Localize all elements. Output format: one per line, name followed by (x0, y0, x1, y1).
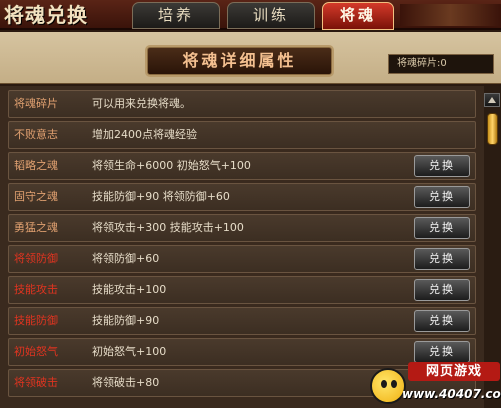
item-description: 技能防御+90 (92, 314, 160, 327)
fragment-counter: 将魂碎片:0 (388, 54, 494, 74)
list-item: 技能防御 技能防御+90 兑换 (8, 307, 476, 335)
fragment-count: 0 (440, 58, 447, 69)
list-item: 技能攻击 技能攻击+100 兑换 (8, 276, 476, 304)
site-watermark: 网页游戏 www.40407.com (370, 362, 501, 408)
scroll-up-button[interactable] (484, 93, 500, 107)
item-name: 韬略之魂 (14, 159, 58, 172)
item-description: 初始怒气+100 (92, 345, 167, 358)
tab-cultivate[interactable]: 培养 (132, 2, 220, 29)
window-title: 将魂兑换 (4, 3, 88, 27)
section-title: 将魂详细属性 (182, 51, 297, 70)
item-name: 技能防御 (14, 314, 58, 327)
item-name: 初始怒气 (14, 345, 58, 358)
list-item: 将魂碎片 可以用来兑换将魂。 (8, 90, 476, 118)
item-description: 将领攻击+300 技能攻击+100 (92, 221, 244, 234)
scrollbar-thumb[interactable] (487, 113, 498, 145)
exchange-button[interactable]: 兑换 (414, 217, 470, 239)
item-description: 将领生命+6000 初始怒气+100 (92, 159, 251, 172)
item-description: 将领破击+80 (92, 376, 160, 389)
item-description: 增加2400点将魂经验 (92, 128, 197, 141)
item-description: 将领防御+60 (92, 252, 160, 265)
item-name: 固守之魂 (14, 190, 58, 203)
item-name: 勇猛之魂 (14, 221, 58, 234)
list-item: 不败意志 增加2400点将魂经验 (8, 121, 476, 149)
exchange-button[interactable]: 兑换 (414, 341, 470, 363)
watermark-line2: www.40407.com (402, 387, 501, 401)
top-bar: 将魂兑换 培养 训练 将魂 (0, 0, 501, 30)
topbar-ornament (400, 4, 501, 26)
list-item: 将领防御 将领防御+60 兑换 (8, 245, 476, 273)
list-item: 固守之魂 技能防御+90 将领防御+60 兑换 (8, 183, 476, 211)
exchange-button[interactable]: 兑换 (414, 155, 470, 177)
mascot-icon (370, 368, 406, 404)
item-description: 技能攻击+100 (92, 283, 167, 296)
list-item: 勇猛之魂 将领攻击+300 技能攻击+100 兑换 (8, 214, 476, 242)
list-item: 韬略之魂 将领生命+6000 初始怒气+100 兑换 (8, 152, 476, 180)
item-description: 技能防御+90 将领防御+60 (92, 190, 230, 203)
fragment-label: 将魂碎片: (397, 58, 441, 69)
watermark-line1: 网页游戏 (408, 362, 500, 381)
item-name: 将领防御 (14, 252, 58, 265)
item-name: 将领破击 (14, 376, 58, 389)
item-name: 技能攻击 (14, 283, 58, 296)
item-name: 将魂碎片 (14, 97, 58, 110)
section-banner: 将魂详细属性 (147, 47, 332, 75)
exchange-button[interactable]: 兑换 (414, 279, 470, 301)
item-description: 可以用来兑换将魂。 (92, 97, 191, 110)
exchange-button[interactable]: 兑换 (414, 248, 470, 270)
tab-soul[interactable]: 将魂 (322, 2, 394, 30)
tab-training[interactable]: 训练 (227, 2, 315, 29)
exchange-button[interactable]: 兑换 (414, 186, 470, 208)
exchange-button[interactable]: 兑换 (414, 310, 470, 332)
item-name: 不败意志 (14, 128, 58, 141)
